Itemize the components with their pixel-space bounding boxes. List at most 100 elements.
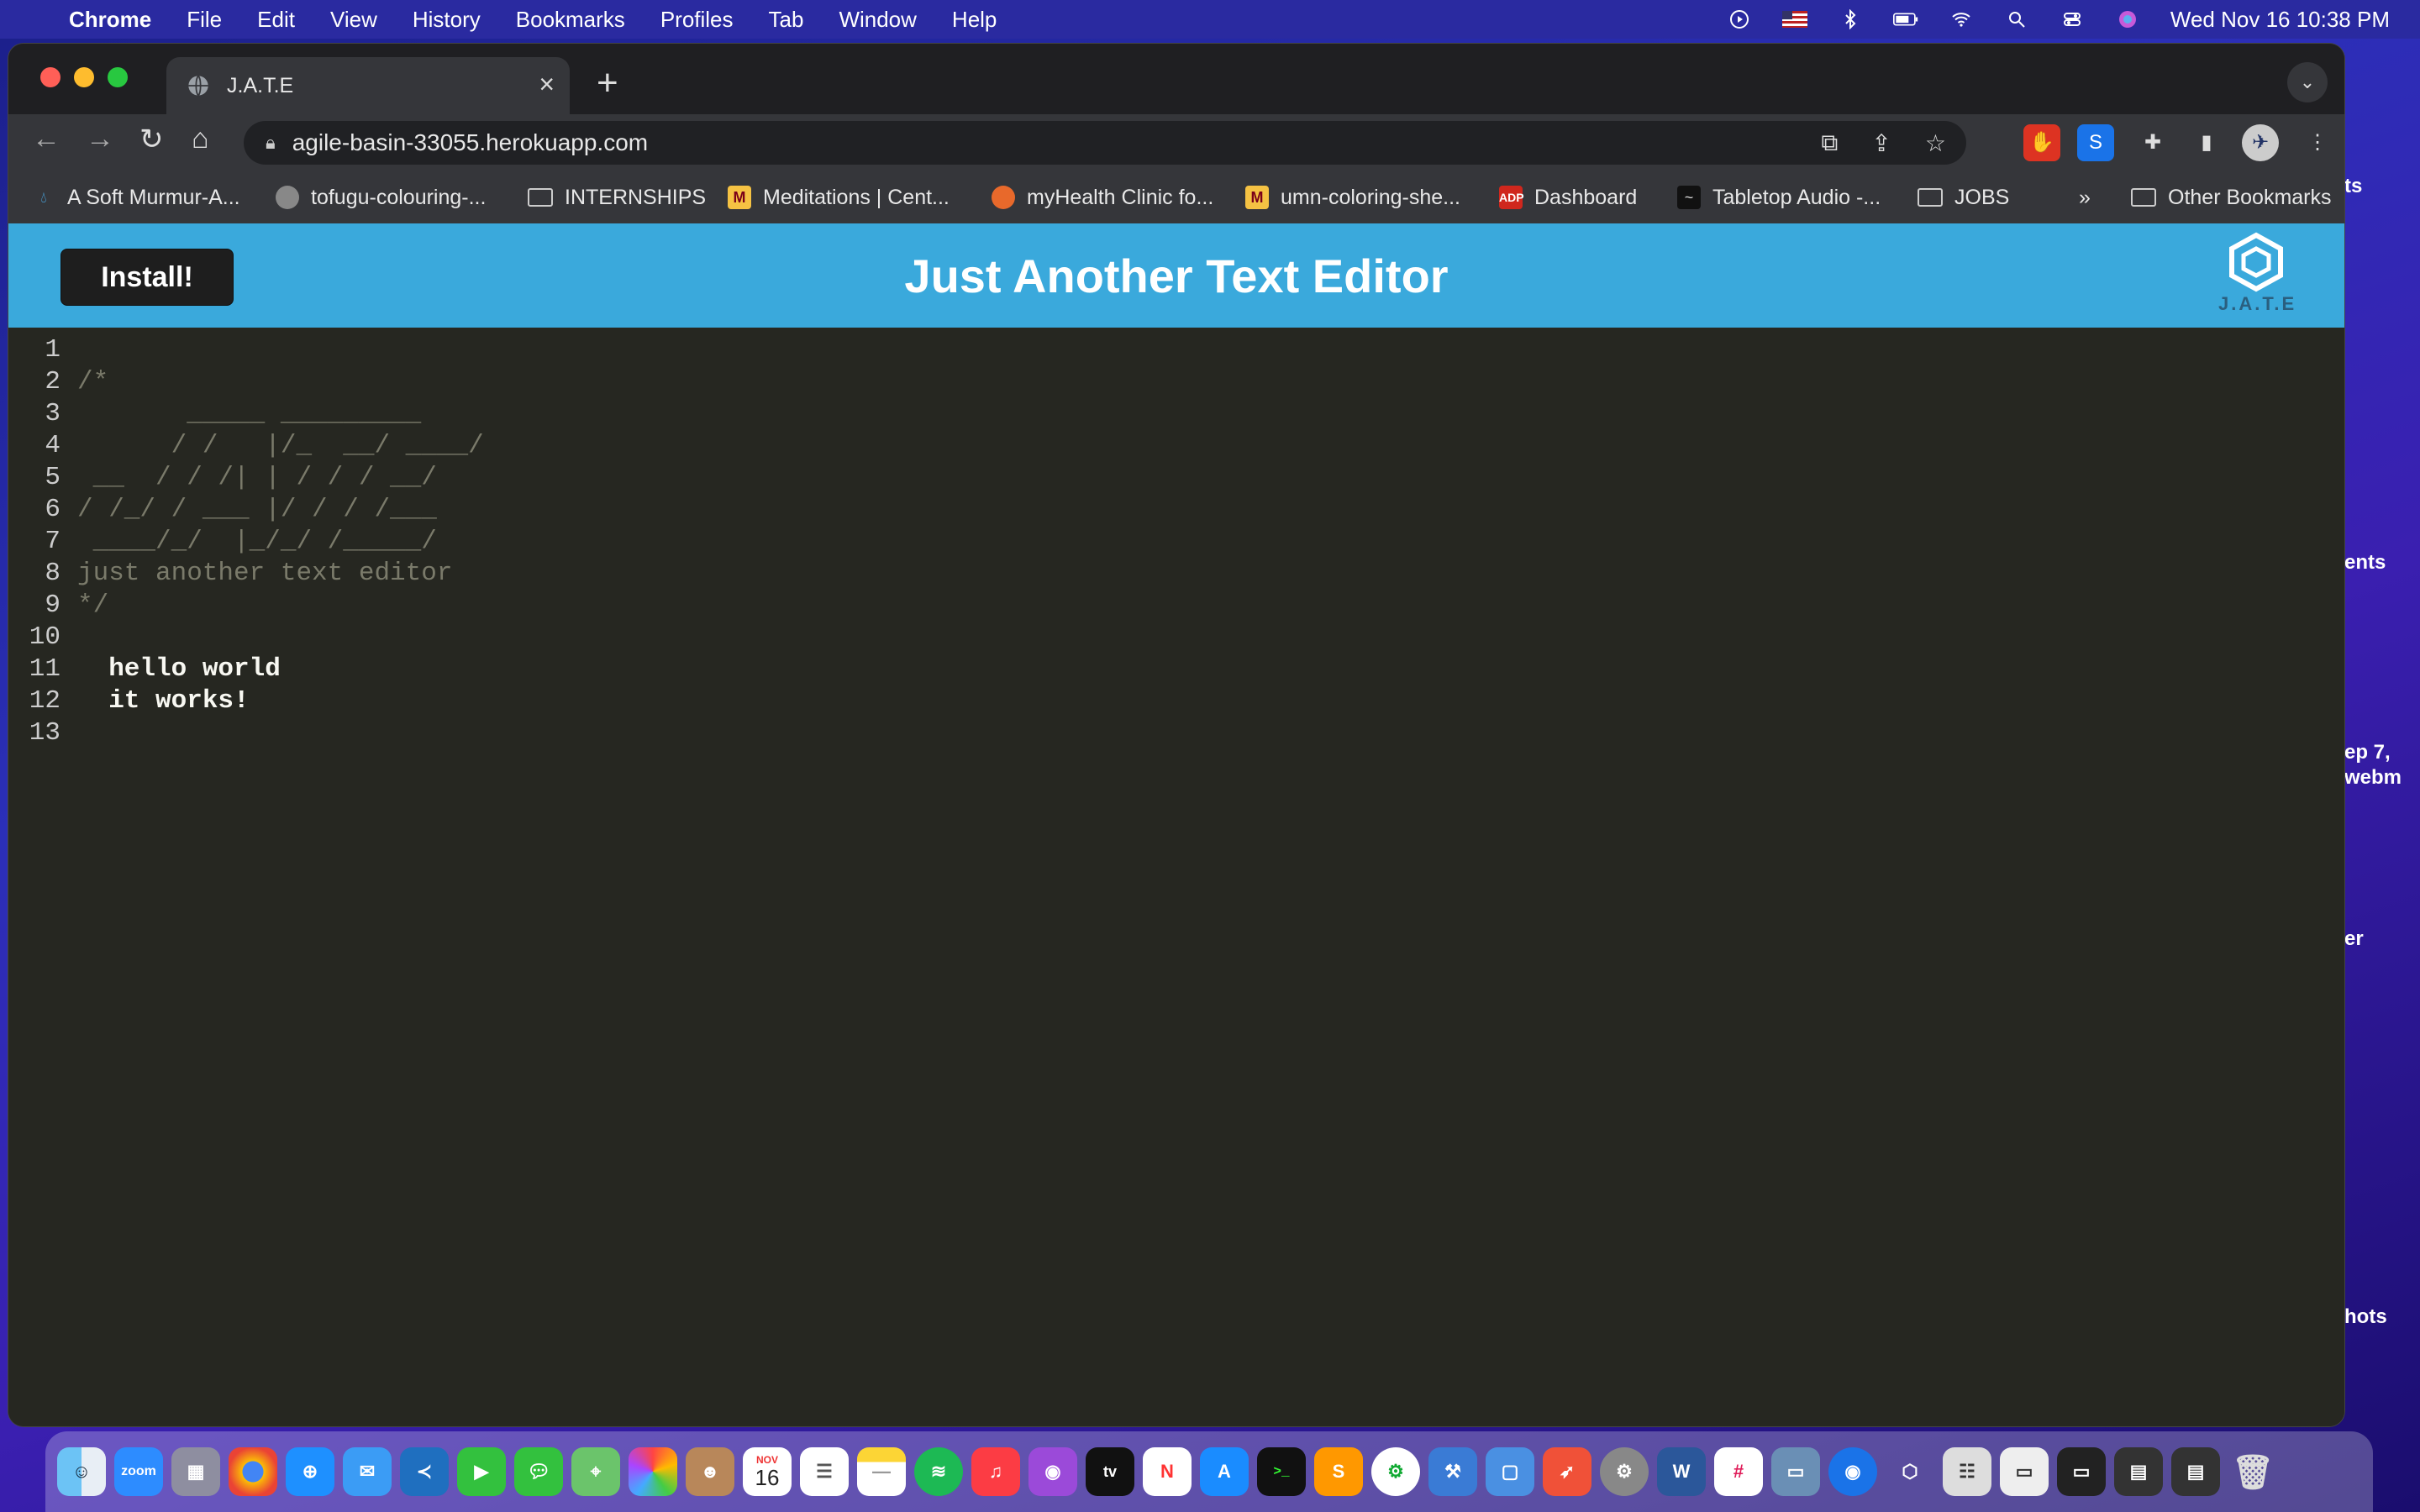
browser-tab-active[interactable]: J.A.T.E × [166,57,570,114]
minimize-window-button[interactable] [74,67,94,87]
wifi-icon[interactable] [1949,9,1974,29]
line-text[interactable]: / / |/_ __/ ____/ [77,430,484,462]
side-panel-icon[interactable]: ▮ [2188,124,2225,161]
xcode-icon[interactable]: ⚒ [1428,1447,1477,1496]
close-window-button[interactable] [40,67,60,87]
bookmark-item[interactable]: ~ Tabletop Audio -... [1677,171,1881,223]
bookmark-item[interactable]: M umn-coloring-she... [1245,171,1460,223]
menu-bookmarks[interactable]: Bookmarks [516,7,625,33]
line-text[interactable]: _____ _________ [77,398,421,430]
line-text[interactable]: /* [77,366,108,398]
recent-window-icon[interactable]: ▭ [2000,1447,2049,1496]
calendar-icon[interactable]: NOV 16 [743,1447,792,1496]
bluetooth-icon[interactable] [1838,9,1863,29]
desktop-label-fragment[interactable]: ents [2344,551,2386,575]
desktop-label-fragment[interactable]: er [2344,927,2364,951]
code-editor[interactable]: 1 2 /* 3 _____ _________ 4 / / |/_ __/ __… [8,328,2344,1426]
bookmark-item[interactable]: myHealth Clinic fo... [992,171,1213,223]
finder-icon[interactable]: ☺ [57,1447,106,1496]
back-arrow-icon[interactable]: ← [32,123,60,155]
menu-profiles[interactable]: Profiles [660,7,734,33]
menu-edit[interactable]: Edit [257,7,295,33]
xcode-instruments-icon[interactable]: ⚙ [1371,1447,1420,1496]
line-text[interactable]: */ [77,590,108,622]
desktop-label-fragment[interactable]: webm [2344,766,2402,790]
line-text[interactable]: __ / / /| | / / / __/ [77,462,437,494]
bookmark-folder[interactable]: INTERNSHIPS [528,171,706,223]
desktop-label-fragment[interactable]: ep 7, [2344,741,2391,764]
menu-window[interactable]: Window [839,7,916,33]
spotify-icon[interactable]: ≋ [914,1447,963,1496]
screen-record-icon[interactable] [1727,9,1752,29]
menu-history[interactable]: History [413,7,481,33]
jate-app-icon[interactable]: ⬡ [1886,1447,1934,1496]
zoom-window-button[interactable] [108,67,128,87]
profile-avatar[interactable]: ✈ [2242,124,2279,161]
word-icon[interactable]: W [1657,1447,1706,1496]
address-bar[interactable]: 🔒︎ agile-basin-33055.herokuapp.com ⧉ ⇪ ☆ [244,121,1966,165]
vscode-icon[interactable]: ≺ [400,1447,449,1496]
line-text[interactable]: ____/_/ |_/_/ /_____/ [77,526,437,558]
line-text[interactable]: it works! [77,685,249,717]
notes-icon[interactable]: — [857,1447,906,1496]
zoom-app-icon[interactable]: zoom [114,1447,163,1496]
preview-icon[interactable]: ▭ [1771,1447,1820,1496]
system-preferences-icon[interactable]: ⚙ [1600,1447,1649,1496]
safari-icon[interactable]: ⊕ [286,1447,334,1496]
contacts-icon[interactable]: ☻ [686,1447,734,1496]
more-menu-icon[interactable]: ⋮ [2299,124,2336,161]
tab-search-chevron-icon[interactable]: ⌄ [2287,62,2328,102]
bookmarks-overflow-button[interactable]: » [2079,171,2091,223]
menu-app-name[interactable]: Chrome [69,7,151,33]
open-external-icon[interactable]: ⧉ [1821,129,1838,157]
messages-icon[interactable]: 💬︎ [514,1447,563,1496]
sublime-text-icon[interactable]: S [1314,1447,1363,1496]
new-tab-button[interactable]: + [597,62,618,104]
swift-icon[interactable]: ➶ [1543,1447,1591,1496]
menubar-datetime[interactable]: Wed Nov 16 10:38 PM [2170,7,2390,33]
line-text[interactable]: just another text editor [77,558,452,590]
podcasts-icon[interactable]: ◉ [1028,1447,1077,1496]
simulator-icon[interactable]: ▢ [1486,1447,1534,1496]
recent-window-icon[interactable]: ▤ [2171,1447,2220,1496]
apple-tv-icon[interactable]: tv [1086,1447,1134,1496]
desktop-label-fragment[interactable]: hots [2344,1305,2387,1329]
battery-icon[interactable] [1892,9,1918,29]
music-icon[interactable]: ♫ [971,1447,1020,1496]
facetime-icon[interactable]: ▶ [457,1447,506,1496]
recent-window-icon[interactable]: ▤ [2114,1447,2163,1496]
control-center-icon[interactable] [2060,9,2085,29]
terminal-icon[interactable]: >_ [1257,1447,1306,1496]
home-icon[interactable]: ⌂ [192,123,209,155]
location-app-icon[interactable]: ◉ [1828,1447,1877,1496]
menu-view[interactable]: View [330,7,377,33]
bookmark-item[interactable]: M Meditations | Cent... [728,171,950,223]
line-text[interactable]: hello world [77,654,281,685]
extension-s-icon[interactable]: S [2077,124,2114,161]
close-tab-icon[interactable]: × [539,69,555,100]
extensions-puzzle-icon[interactable]: ✚ [2134,124,2171,161]
extension-adblock-icon[interactable]: ✋ [2023,124,2060,161]
menu-help[interactable]: Help [952,7,997,33]
bookmark-item[interactable]: tofugu-colouring-... [276,171,486,223]
install-button[interactable]: Install! [60,249,234,306]
mail-icon[interactable]: ✉ [343,1447,392,1496]
spotlight-search-icon[interactable] [2004,9,2029,29]
menu-tab[interactable]: Tab [769,7,804,33]
siri-icon[interactable] [2115,9,2140,29]
bookmark-star-icon[interactable]: ☆ [1925,129,1946,157]
chrome-icon[interactable] [229,1447,277,1496]
share-icon[interactable]: ⇪ [1871,129,1891,157]
bookmark-folder[interactable]: JOBS [1918,171,2009,223]
maps-icon[interactable]: ⌖ [571,1447,620,1496]
forward-arrow-icon[interactable]: → [86,123,114,155]
menu-file[interactable]: File [187,7,222,33]
recent-window-icon[interactable]: ▭ [2057,1447,2106,1496]
other-bookmarks-folder[interactable]: Other Bookmarks [2131,171,2332,223]
bookmark-item[interactable]: ADP Dashboard [1499,171,1637,223]
slack-icon[interactable]: # [1714,1447,1763,1496]
bookmark-item[interactable]: 💧︎ A Soft Murmur-A... [32,171,239,223]
reminders-icon[interactable]: ☰ [800,1447,849,1496]
trash-icon[interactable]: 🗑︎ [2228,1447,2277,1496]
launchpad-icon[interactable]: ▦ [171,1447,220,1496]
